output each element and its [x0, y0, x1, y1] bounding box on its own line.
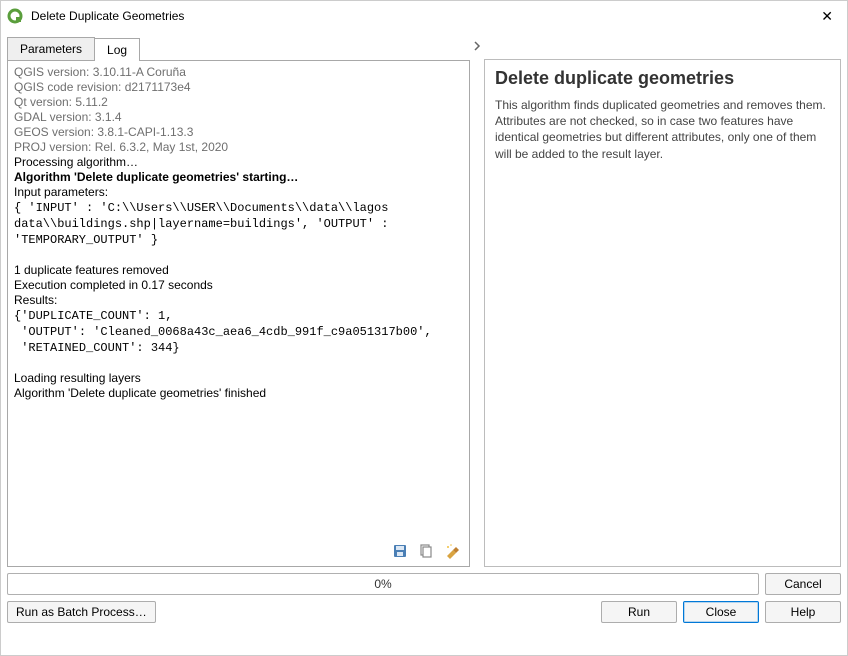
clear-log-icon[interactable]: [443, 542, 461, 560]
progress-label: 0%: [374, 577, 391, 591]
window-title: Delete Duplicate Geometries: [31, 9, 815, 23]
button-row: Run as Batch Process… Run Close Help: [7, 601, 841, 623]
main-area: Parameters Log QGIS version: 3.10.11-A C…: [1, 31, 847, 567]
splitter-handle[interactable]: [472, 37, 484, 567]
help-button[interactable]: Help: [765, 601, 841, 623]
log-results: {'DUPLICATE_COUNT': 1, 'OUTPUT': 'Cleane…: [14, 309, 432, 355]
log-line: Qt version: 5.11.2: [14, 95, 108, 109]
titlebar: Delete Duplicate Geometries ✕: [1, 1, 847, 31]
log-actions: [14, 540, 463, 564]
log-line: Loading resulting layers: [14, 371, 141, 385]
bottom-area: 0% Cancel Run as Batch Process… Run Clos…: [1, 567, 847, 629]
cancel-button[interactable]: Cancel: [765, 573, 841, 595]
tab-row: Parameters Log: [7, 37, 470, 60]
log-line: GEOS version: 3.8.1-CAPI-1.13.3: [14, 125, 193, 139]
log-line: Processing algorithm…: [14, 155, 138, 169]
copy-log-icon[interactable]: [417, 542, 435, 560]
run-batch-button[interactable]: Run as Batch Process…: [7, 601, 156, 623]
run-button[interactable]: Run: [601, 601, 677, 623]
qgis-icon: [7, 8, 23, 24]
tab-log[interactable]: Log: [94, 38, 140, 61]
log-line: QGIS code revision: d2171173e4: [14, 80, 191, 94]
tab-parameters[interactable]: Parameters: [7, 37, 95, 60]
progress-row: 0% Cancel: [7, 573, 841, 595]
help-panel: Delete duplicate geometries This algorit…: [484, 59, 841, 567]
log-line: PROJ version: Rel. 6.3.2, May 1st, 2020: [14, 140, 228, 154]
log-line: QGIS version: 3.10.11-A Coruña: [14, 65, 186, 79]
log-line: Input parameters:: [14, 185, 108, 199]
log-body: QGIS version: 3.10.11-A Coruña QGIS code…: [14, 65, 463, 540]
log-line: GDAL version: 3.1.4: [14, 110, 122, 124]
help-title: Delete duplicate geometries: [495, 68, 830, 89]
close-button[interactable]: Close: [683, 601, 759, 623]
progress-bar: 0%: [7, 573, 759, 595]
right-button-group: Run Close Help: [601, 601, 841, 623]
save-log-icon[interactable]: [391, 542, 409, 560]
left-column: Parameters Log QGIS version: 3.10.11-A C…: [7, 37, 470, 567]
log-line: Algorithm 'Delete duplicate geometries' …: [14, 386, 266, 400]
log-line: Results:: [14, 293, 57, 307]
window-close-button[interactable]: ✕: [815, 6, 839, 27]
log-line: Execution completed in 0.17 seconds: [14, 278, 213, 292]
log-input-params: { 'INPUT' : 'C:\\Users\\USER\\Documents\…: [14, 201, 396, 247]
help-body: This algorithm finds duplicated geometri…: [495, 97, 830, 162]
log-panel: QGIS version: 3.10.11-A Coruña QGIS code…: [7, 60, 470, 567]
log-line-starting: Algorithm 'Delete duplicate geometries' …: [14, 170, 298, 184]
log-line: 1 duplicate features removed: [14, 263, 169, 277]
